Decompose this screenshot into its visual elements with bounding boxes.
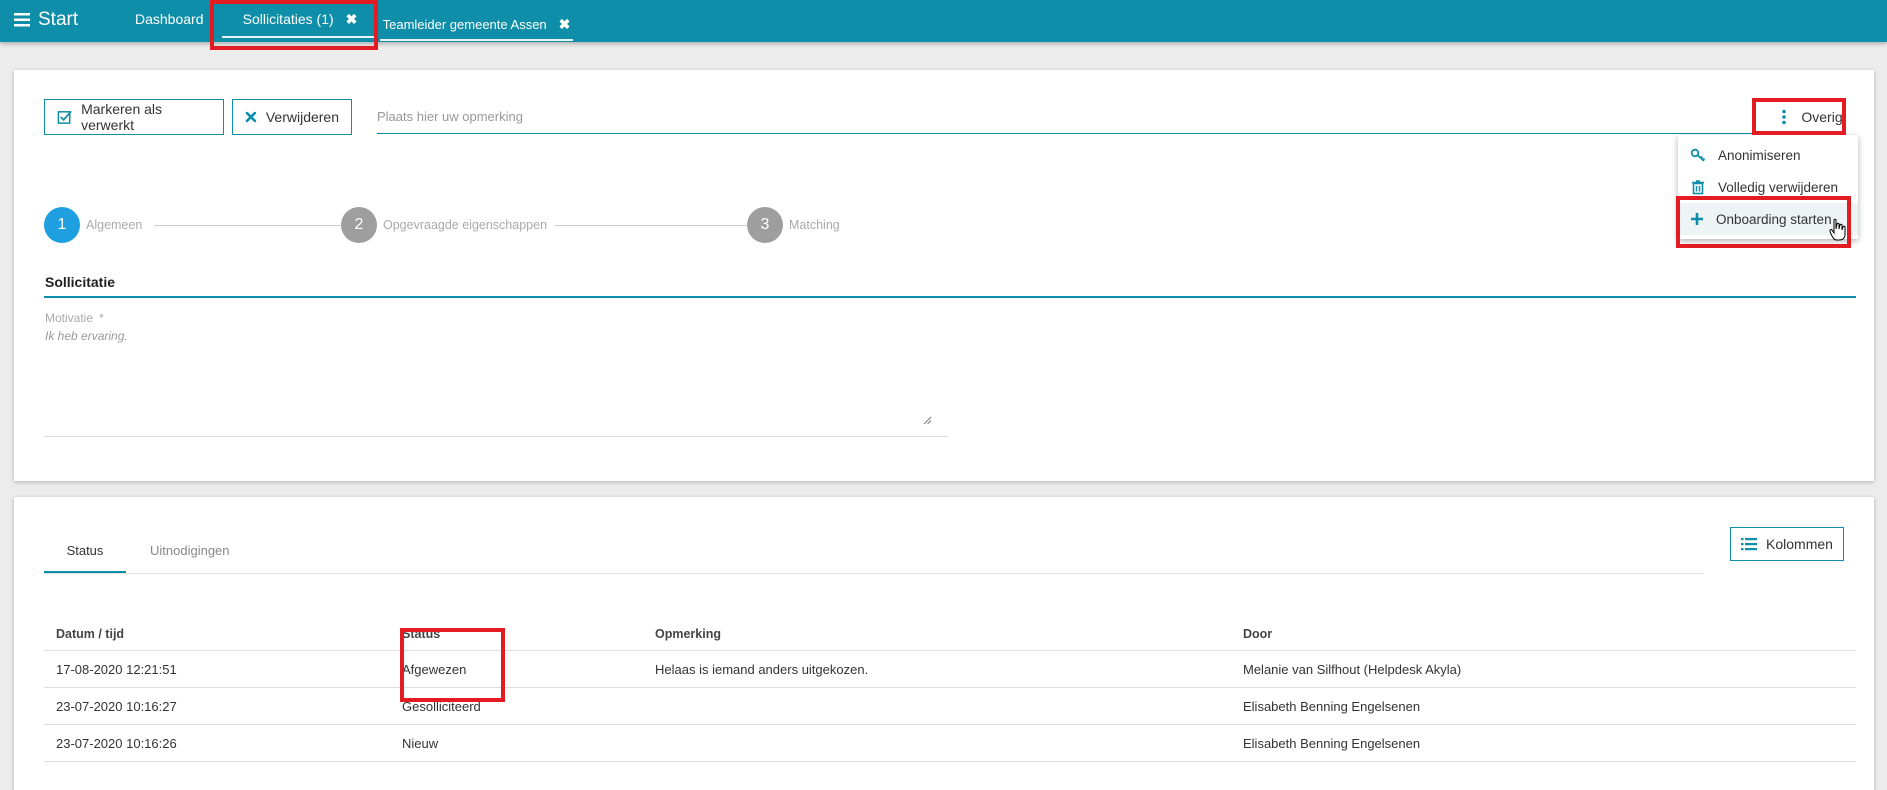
checkbox-checked-icon: [57, 110, 72, 124]
column-header-door[interactable]: Door: [1243, 627, 1743, 641]
step-algemeen[interactable]: 1 Algemeen: [44, 207, 142, 243]
plus-icon: [1691, 213, 1703, 225]
step-label: Algemeen: [86, 218, 143, 232]
cell-status: Gesolliciteerd: [402, 698, 481, 714]
table-row[interactable]: 17-08-2020 12:21:51 Afgewezen Helaas is …: [44, 651, 1856, 688]
tab-status[interactable]: Status: [44, 543, 126, 574]
step-number: 1: [44, 207, 80, 243]
menu-item-label: Onboarding starten: [1716, 211, 1832, 227]
menu-item-anonimiseren[interactable]: Anonimiseren: [1678, 139, 1858, 171]
cell-datum: 23-07-2020 10:16:27: [56, 698, 177, 714]
cell-status: Nieuw: [402, 735, 439, 751]
overig-menu-button[interactable]: Overig: [1768, 100, 1856, 134]
column-header-datum[interactable]: Datum / tijd: [44, 627, 402, 641]
list-icon: [1741, 538, 1758, 551]
tab-uitnodigingen[interactable]: Uitnodigingen: [150, 543, 230, 558]
step-label: Opgevraagde eigenschappen: [383, 218, 548, 232]
tabs-divider: [44, 573, 1704, 574]
step-connector: [555, 225, 752, 226]
tab-sollicitaties-label: Sollicitaties (1): [242, 11, 334, 27]
start-label: Start: [38, 9, 79, 30]
cell-status: Afgewezen: [402, 661, 467, 677]
tab-dashboard-label: Dashboard: [135, 11, 204, 27]
tab-uitnodigingen-label: Uitnodigingen: [150, 543, 230, 558]
section-title: Sollicitatie: [45, 274, 116, 290]
overig-label: Overig: [1801, 109, 1843, 125]
column-header-status[interactable]: Status: [402, 627, 655, 641]
motivatie-label-text: Motivatie: [45, 311, 94, 325]
hand-cursor-icon: [1829, 218, 1846, 241]
tab-sollicitaties[interactable]: Sollicitaties (1) ✖: [222, 0, 378, 40]
column-header-opmerking[interactable]: Opmerking: [655, 627, 1243, 641]
remark-input[interactable]: [377, 100, 1757, 134]
section-divider: [44, 296, 1856, 298]
motivatie-textarea[interactable]: [44, 306, 948, 437]
delete-button[interactable]: Verwijderen: [232, 99, 352, 135]
menu-item-label: Anonimiseren: [1718, 147, 1801, 163]
table-row[interactable]: 23-07-2020 10:16:26 Nieuw Elisabeth Benn…: [44, 725, 1856, 762]
step-label: Matching: [789, 218, 840, 232]
mark-processed-label: Markeren als verwerkt: [81, 101, 163, 133]
trash-icon: [1692, 180, 1704, 195]
delete-label: Verwijderen: [265, 109, 339, 125]
cell-datum: 17-08-2020 12:21:51: [56, 661, 177, 677]
start-menu-button[interactable]: Start: [14, 9, 78, 31]
resize-handle-icon[interactable]: [923, 416, 932, 425]
cell-door: Elisabeth Benning Engelsenen: [1243, 698, 1421, 714]
key-icon: [1690, 148, 1706, 162]
cell-door: Melanie van Silfhout (Helpdesk Akyla): [1243, 661, 1462, 677]
more-vertical-icon: [1782, 109, 1787, 125]
step-number: 2: [341, 207, 377, 243]
step-matching[interactable]: 3 Matching: [747, 207, 840, 243]
close-tab-icon[interactable]: ✖: [559, 16, 571, 33]
hamburger-menu-icon: [14, 13, 30, 27]
close-tab-icon[interactable]: ✖: [346, 11, 358, 28]
close-icon: [245, 111, 257, 123]
kolommen-label: Kolommen: [1766, 536, 1833, 552]
tab-dashboard[interactable]: Dashboard: [135, 0, 204, 40]
tab-status-label: Status: [66, 543, 104, 558]
tab-teamleider-label: Teamleider gemeente Assen: [382, 16, 547, 32]
menu-item-label: Volledig verwijderen: [1718, 179, 1839, 195]
required-mark: *: [99, 311, 104, 325]
menu-item-volledig-verwijderen[interactable]: Volledig verwijderen: [1678, 171, 1858, 203]
step-opgevraagde-eigenschappen[interactable]: 2 Opgevraagde eigenschappen: [341, 207, 547, 243]
motivatie-label: Motivatie *: [45, 311, 104, 325]
application-card: Markeren als verwerkt Verwijderen Overig…: [14, 70, 1874, 481]
mark-processed-button[interactable]: Markeren als verwerkt: [44, 99, 224, 135]
history-card: Status Uitnodigingen Kolommen Datum / ti…: [14, 497, 1874, 790]
top-bar: Start Dashboard Sollicitaties (1) ✖ Team…: [0, 0, 1887, 42]
tab-teamleider[interactable]: Teamleider gemeente Assen ✖: [380, 3, 573, 45]
step-connector: [154, 225, 344, 226]
status-history-table: Datum / tijd Status Opmerking Door 17-08…: [44, 617, 1856, 762]
step-number: 3: [747, 207, 783, 243]
cell-opmerking: Helaas is iemand anders uitgekozen.: [655, 661, 869, 677]
table-row[interactable]: 23-07-2020 10:16:27 Gesolliciteerd Elisa…: [44, 688, 1856, 725]
motivatie-value: Ik heb ervaring.: [45, 329, 128, 343]
cell-datum: 23-07-2020 10:16:26: [56, 735, 177, 751]
cell-door: Elisabeth Benning Engelsenen: [1243, 735, 1421, 751]
table-header-row: Datum / tijd Status Opmerking Door: [44, 617, 1856, 651]
kolommen-button[interactable]: Kolommen: [1730, 527, 1844, 561]
